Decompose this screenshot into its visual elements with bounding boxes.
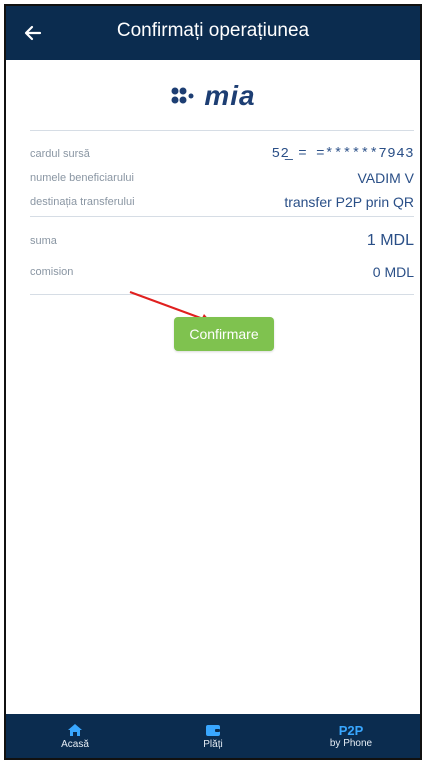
brand-mark-icon [171, 87, 194, 104]
nav-label: Plăți [203, 738, 223, 750]
detail-label: numele beneficiarului [30, 172, 134, 184]
nav-label: Acasă [61, 738, 89, 750]
divider [30, 294, 414, 295]
app-screen: Confirmați operațiunea mia cardul sursă … [4, 4, 422, 760]
detail-value: VADIM V [357, 170, 414, 186]
detail-row-fee: comision 0 MDL [30, 264, 414, 280]
home-icon [68, 723, 82, 736]
amount-label: suma [30, 235, 57, 247]
bottom-navigation: Acasă Plăți P2P by Phone [6, 714, 420, 758]
detail-row-amount: suma 1 MDL [30, 232, 414, 250]
amount-value: 1 MDL [366, 232, 414, 249]
app-header: Confirmați operațiunea [6, 6, 420, 60]
nav-label: by Phone [329, 737, 373, 749]
nav-item-payments[interactable]: Plăți [144, 714, 282, 758]
p2p-label: P2P [338, 722, 364, 738]
page-title: Confirmați operațiunea [116, 20, 310, 41]
brand-logo: mia [6, 78, 420, 114]
fee-label: comision [30, 266, 74, 278]
detail-row-destination: destinația transferului transfer P2P pri… [30, 194, 414, 210]
confirm-button[interactable]: Confirmare [174, 317, 274, 351]
divider [30, 130, 414, 131]
brand-name: mia [204, 80, 256, 111]
detail-row-source-card: cardul sursă 52̲ ⁣= ⁣=******7943 [30, 146, 414, 162]
wallet-icon [206, 724, 220, 736]
detail-label: destinația transferului [30, 196, 135, 208]
divider [30, 216, 414, 217]
detail-value: transfer P2P prin QR [284, 194, 414, 210]
fee-value: 0 MDL [372, 264, 414, 280]
detail-value: 52̲ ⁣= ⁣=******7943 [271, 146, 414, 162]
nav-item-p2p-by-phone[interactable]: P2P by Phone [282, 714, 420, 758]
nav-item-home[interactable]: Acasă [6, 714, 144, 758]
detail-row-beneficiary: numele beneficiarului VADIM V [30, 170, 414, 186]
detail-label: cardul sursă [30, 148, 90, 160]
